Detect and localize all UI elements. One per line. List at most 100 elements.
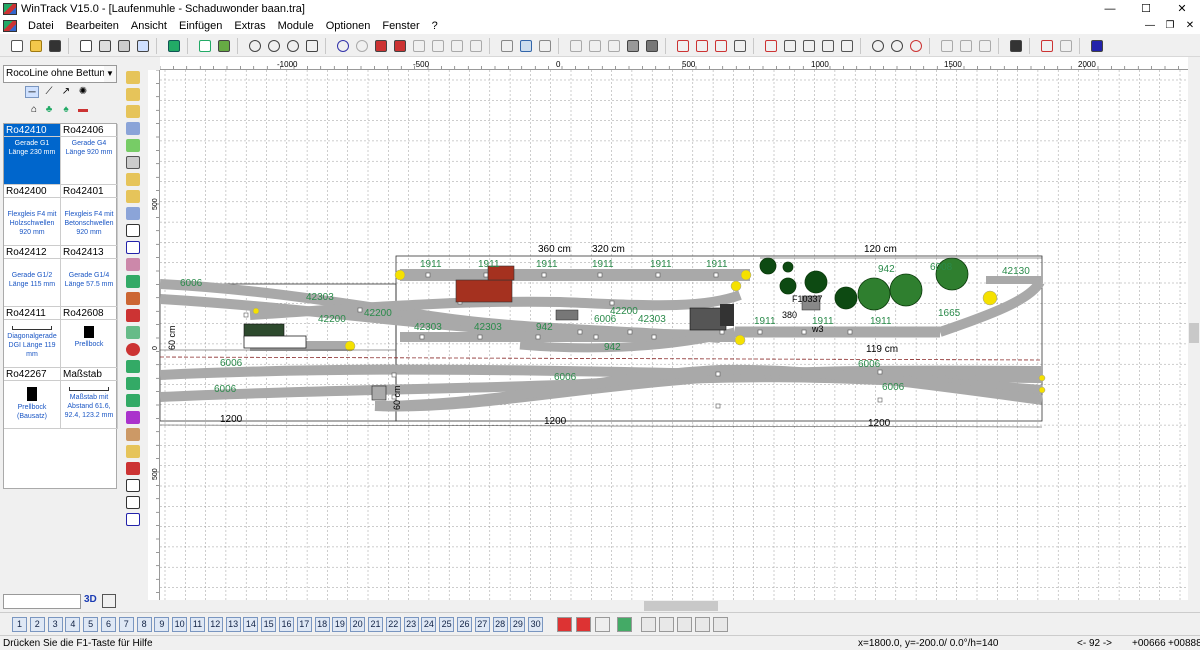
view-4-icon[interactable]: [695, 617, 710, 632]
height-icon[interactable]: [731, 37, 749, 55]
fill-tool-icon[interactable]: [126, 411, 140, 424]
rotate-icon[interactable]: [957, 37, 975, 55]
height-tool-icon[interactable]: [126, 496, 140, 509]
layer-button[interactable]: 26: [457, 617, 472, 632]
text-tool-icon[interactable]: [126, 241, 140, 254]
mdi-restore-button[interactable]: ❐: [1160, 20, 1180, 31]
landscape-tool-icon[interactable]: [126, 139, 140, 152]
menu-optionen[interactable]: Optionen: [320, 20, 377, 32]
part-item[interactable]: Ro42413 Gerade G1/4 Länge 57.5 mm: [61, 246, 118, 307]
station-building[interactable]: [455, 279, 513, 303]
menu-module[interactable]: Module: [272, 20, 320, 32]
building-icon[interactable]: ⌂: [27, 104, 41, 116]
circle-tool-icon[interactable]: [126, 343, 140, 356]
layer-button[interactable]: 25: [439, 617, 455, 632]
zoom-all-icon[interactable]: [303, 37, 321, 55]
layer-button[interactable]: 7: [118, 617, 134, 632]
layer-button[interactable]: 5: [83, 617, 99, 632]
buffer-stop[interactable]: [740, 269, 752, 281]
buffer-stop[interactable]: [734, 334, 746, 346]
dimension-tool-icon[interactable]: [126, 224, 140, 237]
tree-tool-icon[interactable]: [126, 275, 140, 288]
freehand-icon[interactable]: [536, 37, 554, 55]
layer-button[interactable]: 8: [136, 617, 152, 632]
layer-hide-icon[interactable]: [595, 617, 610, 632]
close-button[interactable]: ✕: [1164, 0, 1200, 17]
layer-settings-icon[interactable]: [557, 617, 572, 632]
house-tool-icon[interactable]: [126, 292, 140, 305]
options-icon[interactable]: [1057, 37, 1075, 55]
layer-stack-icon[interactable]: [617, 617, 632, 632]
disconnect-icon[interactable]: [693, 37, 711, 55]
angle-icon[interactable]: [781, 37, 799, 55]
layer-button[interactable]: 13: [225, 617, 241, 632]
view-3-icon[interactable]: [677, 617, 692, 632]
layer-button[interactable]: 24: [421, 617, 437, 632]
figure-tool-icon[interactable]: [126, 309, 140, 322]
paste-icon[interactable]: [467, 37, 485, 55]
ramp-tool-icon[interactable]: [126, 190, 140, 203]
part-item[interactable]: Ro42400 Flexgleis F4 mit Holzschwellen 9…: [4, 185, 61, 246]
layer-button[interactable]: 28: [492, 617, 508, 632]
find-next-icon[interactable]: [888, 37, 906, 55]
straight-track-icon[interactable]: ─: [25, 86, 39, 98]
layer-button[interactable]: 14: [243, 617, 259, 632]
node-icon[interactable]: [819, 37, 837, 55]
frame-icon[interactable]: [410, 37, 428, 55]
menu-extras[interactable]: Extras: [228, 20, 271, 32]
buffer-stop[interactable]: [1038, 374, 1046, 382]
ungroup-icon[interactable]: [643, 37, 661, 55]
buffer-stop[interactable]: [1038, 386, 1046, 394]
menu-ansicht[interactable]: Ansicht: [125, 20, 173, 32]
color-tool-icon[interactable]: [126, 258, 140, 271]
three-d-button[interactable]: 3D: [84, 594, 97, 605]
curve-icon[interactable]: [517, 37, 535, 55]
part-item[interactable]: Ro42410 Gerade G1 Länge 230 mm: [4, 124, 61, 185]
layer-button[interactable]: 16: [279, 617, 294, 632]
buffer-stop[interactable]: [344, 340, 356, 352]
tree[interactable]: [782, 261, 794, 273]
parts-list-icon[interactable]: [196, 37, 214, 55]
tree-icon[interactable]: ♣: [42, 104, 56, 116]
grade-tool-icon[interactable]: [126, 513, 140, 526]
chevron-down-icon[interactable]: ▼: [104, 66, 116, 82]
connect-icon[interactable]: [674, 37, 692, 55]
turntable-icon[interactable]: ✺: [76, 86, 90, 98]
scroll-thumb[interactable]: [1189, 323, 1199, 343]
figure-icon[interactable]: ♠: [59, 104, 73, 116]
part-item[interactable]: Maßstab Maßstab mit Abstand 61.6, 92.4, …: [61, 368, 118, 429]
layer-button[interactable]: 3: [47, 617, 63, 632]
part-item[interactable]: Ro42411 Diagonalgerade DGI Länge 119 mm: [4, 307, 61, 368]
buffer-stop[interactable]: [394, 269, 406, 281]
part-item[interactable]: Ro42267 Prellbock (Bausatz): [4, 368, 61, 429]
menu-fenster[interactable]: Fenster: [376, 20, 425, 32]
mdi-close-button[interactable]: ✕: [1180, 20, 1200, 31]
tree[interactable]: [889, 273, 923, 307]
find-icon[interactable]: [869, 37, 887, 55]
measure-icon[interactable]: [762, 37, 780, 55]
view-2-icon[interactable]: [659, 617, 674, 632]
view-1-icon[interactable]: [641, 617, 656, 632]
layer-button[interactable]: 1: [12, 617, 27, 632]
line-icon[interactable]: [800, 37, 818, 55]
area-tool-icon[interactable]: [126, 360, 140, 373]
undo-icon[interactable]: [334, 37, 352, 55]
page-icon[interactable]: [134, 37, 152, 55]
zoom-window-icon[interactable]: [284, 37, 302, 55]
buffer-stop[interactable]: [982, 290, 998, 306]
menu-help[interactable]: ?: [426, 20, 444, 32]
wiring-tool-icon[interactable]: [126, 445, 140, 458]
layer-button[interactable]: 29: [510, 617, 526, 632]
image-icon[interactable]: [215, 37, 233, 55]
print-preview-icon[interactable]: [77, 37, 95, 55]
help-icon[interactable]: [1088, 37, 1106, 55]
print-icon[interactable]: [96, 37, 114, 55]
print-setup-icon[interactable]: [115, 37, 133, 55]
redo-icon[interactable]: [353, 37, 371, 55]
layer-button[interactable]: 20: [350, 617, 366, 632]
rail-tool-icon[interactable]: [126, 428, 140, 441]
cut-icon[interactable]: [429, 37, 447, 55]
part-item[interactable]: Ro42608 Prellbock: [61, 307, 118, 368]
grid-icon[interactable]: [1007, 37, 1025, 55]
layer-button[interactable]: 19: [332, 617, 348, 632]
